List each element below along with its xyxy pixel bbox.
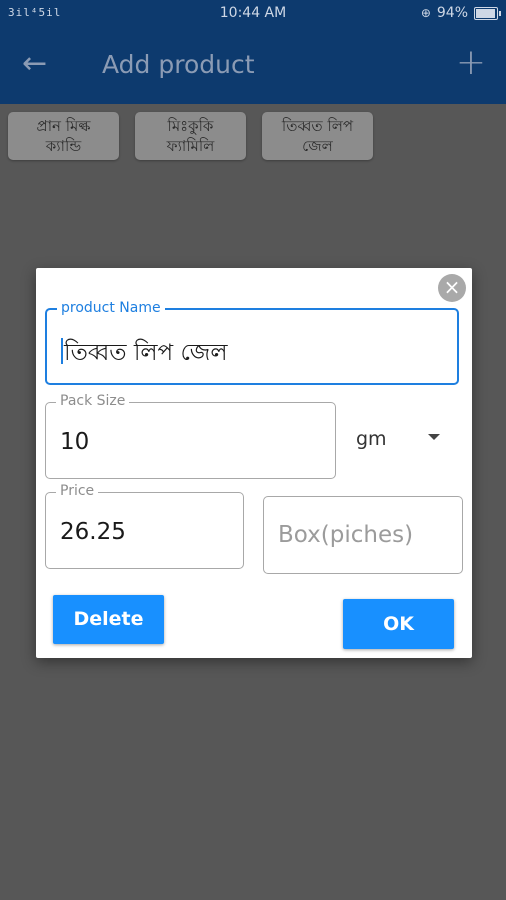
chip-line: জেল [302, 137, 333, 155]
product-name-field[interactable]: product Name তিব্বত লিপ জেল [45, 300, 459, 385]
price-value: 26.25 [60, 519, 126, 545]
back-arrow-icon[interactable]: ← [22, 46, 47, 81]
delete-button[interactable]: Delete [53, 595, 164, 644]
pack-size-field[interactable]: Pack Size 10 [45, 393, 336, 479]
dropdown-arrow-icon[interactable] [428, 434, 440, 440]
product-chip[interactable]: তিব্বত লিপ জেল [262, 112, 373, 160]
add-icon[interactable]: + [456, 42, 486, 83]
price-label: Price [56, 483, 99, 499]
status-right: ⊕ 94% [420, 5, 501, 21]
pack-size-label: Pack Size [56, 393, 130, 409]
alarm-icon: ⊕ [420, 6, 431, 20]
status-bar: 3il⁴5il 10:44 AM ⊕ 94% [0, 0, 506, 28]
battery-percent: 94% [436, 5, 468, 21]
product-name-label: product Name [57, 300, 165, 316]
product-chip[interactable]: প্রান মিল্ক ক্যান্ডি [8, 112, 119, 160]
chip-line: মিঃকুকি [167, 117, 214, 135]
close-icon[interactable]: × [438, 274, 466, 302]
text-cursor [61, 338, 63, 364]
battery-icon [474, 6, 501, 20]
chip-line: প্রান মিল্ক [36, 117, 91, 135]
chip-line: ক্যান্ডি [45, 137, 82, 155]
box-pieces-placeholder: Box(piches) [278, 522, 414, 548]
price-field[interactable]: Price 26.25 [45, 483, 244, 569]
pack-size-value: 10 [60, 429, 90, 455]
product-chip[interactable]: মিঃকুকি ফ্যামিলি [135, 112, 246, 160]
unit-select[interactable]: gm [356, 428, 387, 450]
product-name-value: তিব্বত লিপ জেল [64, 340, 228, 366]
chip-line: ফ্যামিলি [166, 137, 215, 155]
chip-line: তিব্বত লিপ [281, 117, 354, 135]
ok-button[interactable]: OK [343, 599, 454, 649]
app-bar: ← Add product + [0, 28, 506, 104]
box-pieces-field[interactable]: Box(piches) [263, 496, 463, 574]
add-product-dialog: × product Name তিব্বত লিপ জেল Pack Size … [36, 268, 472, 658]
page-title: Add product [102, 50, 255, 79]
